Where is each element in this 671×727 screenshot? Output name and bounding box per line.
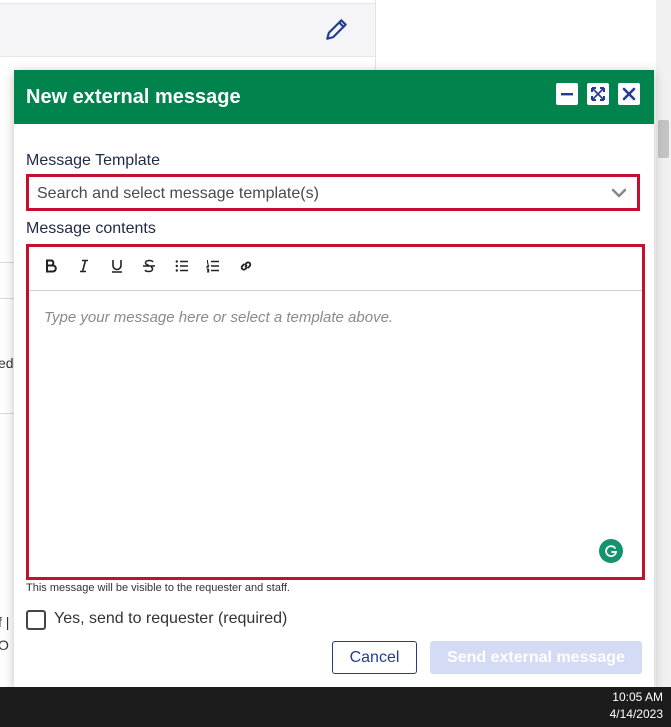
send-external-message-button[interactable]: Send external message xyxy=(430,641,642,674)
bullet-list-icon xyxy=(175,260,188,272)
strikethrough-button[interactable] xyxy=(139,256,159,276)
message-template-label: Message Template xyxy=(26,152,160,169)
background-divider xyxy=(0,262,14,263)
strikethrough-icon xyxy=(143,259,155,273)
maximize-button[interactable] xyxy=(587,83,609,105)
clock-date[interactable]: 4/14/2023 xyxy=(610,707,663,721)
bold-button[interactable] xyxy=(41,256,61,276)
link-button[interactable] xyxy=(236,256,256,276)
background-header xyxy=(0,3,375,57)
pencil-icon[interactable] xyxy=(324,16,350,42)
background-divider xyxy=(0,298,14,299)
message-editor[interactable]: Type your message here or select a templ… xyxy=(26,244,645,580)
editor-toolbar xyxy=(29,247,642,291)
visibility-help-text: This message will be visible to the requ… xyxy=(26,582,290,594)
underline-icon xyxy=(112,260,122,273)
send-to-requester-checkbox[interactable] xyxy=(26,610,46,630)
page-scrollbar[interactable] xyxy=(656,0,671,687)
underline-button[interactable] xyxy=(107,256,127,276)
close-icon xyxy=(622,87,636,101)
page-scrollbar-thumb[interactable] xyxy=(658,120,669,158)
dialog-header: New external message xyxy=(14,70,654,124)
numbered-list-button[interactable] xyxy=(203,256,223,276)
clock-time[interactable]: 10:05 AM xyxy=(612,690,663,704)
chevron-down-icon xyxy=(611,188,627,198)
background-divider xyxy=(0,413,14,414)
italic-button[interactable] xyxy=(74,256,94,276)
link-icon xyxy=(240,261,252,271)
grammarly-button[interactable] xyxy=(599,539,623,563)
taskbar: 10:05 AM 4/14/2023 xyxy=(0,687,671,727)
send-to-requester-label[interactable]: Yes, send to requester (required) xyxy=(54,610,287,628)
numbered-list-icon xyxy=(206,260,219,273)
close-button[interactable] xyxy=(618,83,640,105)
expand-icon xyxy=(591,87,605,101)
grammarly-icon xyxy=(605,545,618,557)
message-contents-label: Message contents xyxy=(26,220,156,237)
bullet-list-button[interactable] xyxy=(172,256,192,276)
message-template-select[interactable]: Search and select message template(s) xyxy=(26,174,640,211)
background-text: f | xyxy=(0,614,10,630)
editor-placeholder: Type your message here or select a templ… xyxy=(44,309,394,326)
message-template-placeholder: Search and select message template(s) xyxy=(37,185,319,202)
new-external-message-dialog: New external message Message Template Se… xyxy=(14,70,654,687)
bold-icon xyxy=(46,259,57,273)
cancel-button[interactable]: Cancel xyxy=(332,641,417,674)
minimize-icon xyxy=(561,93,573,96)
dialog-title: New external message xyxy=(26,86,241,108)
background-text: O xyxy=(0,637,9,653)
minimize-button[interactable] xyxy=(556,83,578,105)
background-text: ed xyxy=(0,355,14,371)
italic-icon xyxy=(80,259,88,273)
